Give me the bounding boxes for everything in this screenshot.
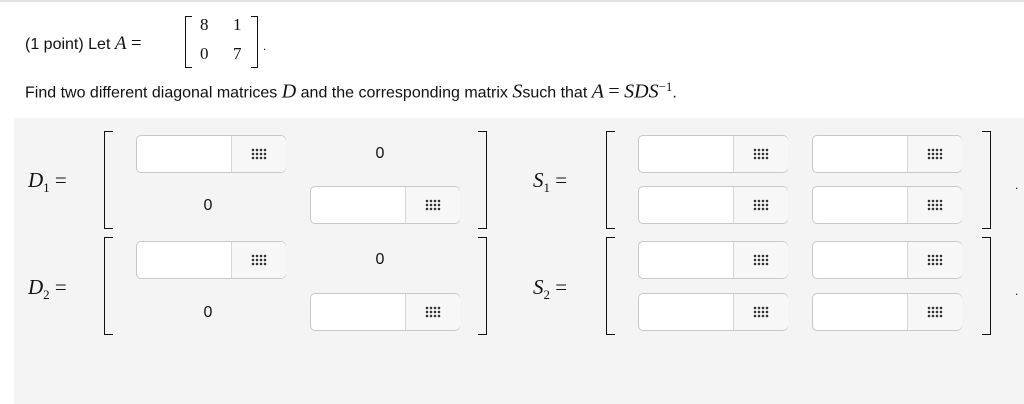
formula-exp: −1 <box>658 79 673 94</box>
matrix-A-cell-21: 0 <box>200 44 209 63</box>
D2-entry-11[interactable] <box>136 241 286 280</box>
D2-entry-22-input[interactable] <box>311 294 407 332</box>
S1-right-bracket <box>982 131 991 229</box>
matrix-A-cell-12: 1 <box>233 15 242 34</box>
S2-entry-22-input[interactable] <box>813 294 909 332</box>
matrix-A-left-bracket <box>185 16 192 68</box>
matrix-grid-icon <box>753 306 769 318</box>
D1-entry-11[interactable] <box>136 135 286 174</box>
S1-entry-12-input[interactable] <box>813 136 909 174</box>
S1-label: S1 = <box>533 168 568 196</box>
S2-trailing-dot: . <box>1015 284 1019 298</box>
matrix-var-A: A <box>114 33 127 54</box>
matrix-A-cell-22: 7 <box>233 44 242 63</box>
S1-entry-21[interactable] <box>638 186 788 225</box>
problem-intro: (1 point) Let A = <box>25 34 142 55</box>
matrix-grid-icon <box>753 199 769 211</box>
D1-entry-11-input[interactable] <box>137 136 233 174</box>
matrix-grid-icon <box>927 199 943 211</box>
D1-entry-22-matrix-button[interactable] <box>405 187 460 223</box>
points-label: (1 point) Let <box>25 36 111 53</box>
S2-entry-11-input[interactable] <box>639 242 735 280</box>
S1-trailing-dot: . <box>1015 178 1019 192</box>
S1-left-bracket <box>606 131 615 229</box>
D1-entry-21-zero: 0 <box>203 197 213 214</box>
D1-right-bracket <box>478 131 487 229</box>
formula-lhs: A <box>591 80 604 103</box>
S2-entry-21[interactable] <box>638 293 788 332</box>
matrix-grid-icon <box>753 148 769 160</box>
D1-entry-12-zero: 0 <box>375 145 385 162</box>
S1-entry-22-input[interactable] <box>813 187 909 225</box>
D1-left-bracket <box>104 131 113 229</box>
S2-left-bracket <box>606 237 615 335</box>
matrix-grid-icon <box>251 148 267 160</box>
S2-right-bracket <box>982 237 991 335</box>
matrix-grid-icon <box>425 306 441 318</box>
formula-end: . <box>672 84 677 102</box>
D1-entry-22[interactable] <box>310 186 460 225</box>
matrix-grid-icon <box>753 254 769 266</box>
formula-eq: = <box>608 80 620 103</box>
matrix-grid-icon <box>425 199 441 211</box>
matrix-grid-icon <box>251 254 267 266</box>
matrix-grid-icon <box>927 148 943 160</box>
S2-entry-22-matrix-button[interactable] <box>907 294 962 330</box>
S2-entry-12[interactable] <box>812 241 962 280</box>
S2-label: S2 = <box>533 275 568 303</box>
S1-entry-12[interactable] <box>812 135 962 174</box>
S1-entry-11-input[interactable] <box>639 136 735 174</box>
D2-entry-11-matrix-button[interactable] <box>231 242 286 278</box>
S1-entry-22[interactable] <box>812 186 962 225</box>
matrix-grid-icon <box>927 306 943 318</box>
S1-entry-21-input[interactable] <box>639 187 735 225</box>
D2-entry-22-matrix-button[interactable] <box>405 294 460 330</box>
S2-entry-21-matrix-button[interactable] <box>733 294 788 330</box>
S1-entry-21-matrix-button[interactable] <box>733 187 788 223</box>
equals-sign: = <box>130 33 142 54</box>
S2-entry-11-matrix-button[interactable] <box>733 242 788 278</box>
D2-right-bracket <box>478 237 487 335</box>
D2-left-bracket <box>104 237 113 335</box>
D2-entry-21-zero: 0 <box>203 304 213 321</box>
S1-entry-22-matrix-button[interactable] <box>907 187 962 223</box>
S1-entry-11[interactable] <box>638 135 788 174</box>
matrix-A-right-bracket <box>251 16 258 68</box>
S2-entry-11[interactable] <box>638 241 788 280</box>
D2-entry-12-zero: 0 <box>375 251 385 268</box>
instruction-D: D <box>281 80 297 103</box>
D2-entry-22[interactable] <box>310 293 460 332</box>
S2-entry-12-input[interactable] <box>813 242 909 280</box>
S2-entry-22[interactable] <box>812 293 962 332</box>
period: . <box>263 39 267 53</box>
matrix-grid-icon <box>927 254 943 266</box>
matrix-A-cell-11: 8 <box>200 15 209 34</box>
top-border <box>0 0 1024 2</box>
S1-entry-11-matrix-button[interactable] <box>733 136 788 172</box>
D1-label: D1 = <box>28 168 67 196</box>
D2-label: D2 = <box>28 275 67 303</box>
D1-entry-22-input[interactable] <box>311 187 407 225</box>
S2-entry-21-input[interactable] <box>639 294 735 332</box>
instruction-S: S <box>512 80 523 103</box>
D1-entry-11-matrix-button[interactable] <box>231 136 286 172</box>
D2-entry-11-input[interactable] <box>137 242 233 280</box>
S1-entry-12-matrix-button[interactable] <box>907 136 962 172</box>
S2-entry-12-matrix-button[interactable] <box>907 242 962 278</box>
instruction-text: Find two different diagonal matrices D a… <box>25 79 677 103</box>
formula-rhs: SDS <box>624 80 659 103</box>
